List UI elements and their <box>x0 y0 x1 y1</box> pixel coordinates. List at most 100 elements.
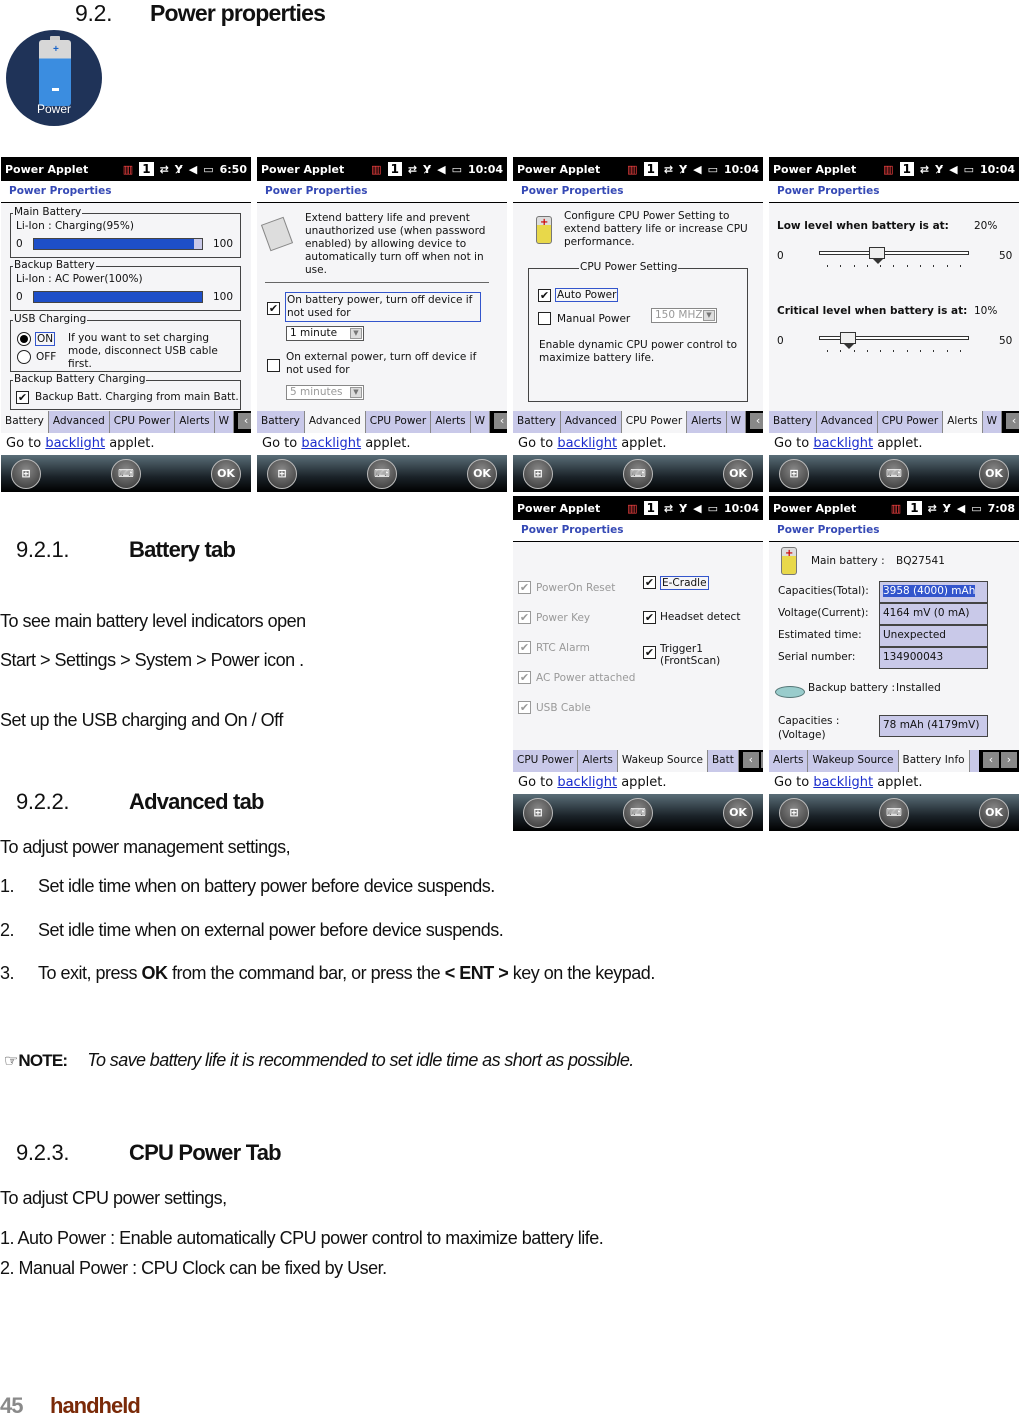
volume-icon: ◀ <box>949 162 958 176</box>
tab-battery[interactable]: Battery <box>1 411 49 433</box>
screen-battery-info-tab: Power Applet ▥ 1 ⇄ Y̷ ◀ ▭ 7:08 Power Pro… <box>769 496 1019 831</box>
battery-status-icon: ▭ <box>707 501 718 515</box>
tab-wakeup-source[interactable]: Wakeup Source <box>808 750 899 772</box>
tab-alerts[interactable]: Alerts <box>175 411 215 433</box>
tab-wakeup-source[interactable]: Wakeup Source <box>617 750 708 772</box>
wakeup-checkbox[interactable]: ✔ <box>643 646 656 659</box>
tab-cpu-power[interactable]: CPU Power <box>110 411 176 433</box>
tab-cpu-power[interactable]: CPU Power <box>513 750 579 772</box>
external-timeout-dropdown[interactable]: 5 minutes ▼ <box>286 385 364 400</box>
tab-scroll-left-button[interactable]: ‹ <box>1006 413 1019 429</box>
usb-on-radio[interactable] <box>17 332 31 346</box>
battery-timeout-checkbox[interactable]: ✔ <box>267 302 280 315</box>
no-signal-icon: Y̷ <box>679 501 688 515</box>
tab-advanced[interactable]: Advanced <box>304 411 366 433</box>
backlight-link[interactable]: backlight <box>813 775 873 790</box>
tab-batt[interactable]: Batt <box>708 750 739 772</box>
tab-scroll-left-button[interactable]: ‹ <box>750 413 763 429</box>
backlight-link[interactable]: backlight <box>45 436 105 451</box>
backlight-link[interactable]: backlight <box>557 775 617 790</box>
tab-scroll-left-button[interactable]: ‹ <box>983 752 999 768</box>
low-level-slider-track[interactable] <box>819 251 969 255</box>
tab-advanced[interactable]: Advanced <box>49 411 110 433</box>
ok-button[interactable]: OK <box>211 458 241 489</box>
tab-cpu-power[interactable]: CPU Power <box>366 411 432 433</box>
tab-alerts[interactable]: Alerts <box>769 750 809 772</box>
keyboard-button[interactable]: ⌨ <box>879 458 909 489</box>
keyboard-button[interactable]: ⌨ <box>367 458 397 489</box>
usb-off-radio[interactable] <box>17 350 31 364</box>
tab-scroll-left-button[interactable]: ‹ <box>742 752 759 768</box>
info-field: 4164 mV (0 mA) <box>879 603 988 625</box>
tab-battery-info[interactable]: Battery Info <box>898 750 970 772</box>
sync-icon: ⇄ <box>919 162 930 176</box>
tab-advanced[interactable]: Advanced <box>817 411 878 433</box>
battery-status-icon: ▭ <box>963 162 974 176</box>
auto-power-checkbox[interactable]: ✔ <box>538 289 551 302</box>
backup-charging-checkbox[interactable]: ✔ <box>16 391 29 404</box>
backup-battery-group: Backup Battery Li-Ion : AC Power(100%) 0… <box>10 259 241 311</box>
start-button[interactable]: ⊞ <box>523 458 553 489</box>
tab-content: Configure CPU Power Setting to extend ba… <box>513 204 763 411</box>
ok-button[interactable]: OK <box>467 458 497 489</box>
tab-w[interactable]: W <box>215 411 235 433</box>
tab-advanced[interactable]: Advanced <box>561 411 622 433</box>
tab-strip: BatteryAdvancedCPU PowerAlertsW ‹› <box>257 411 507 433</box>
tab-w[interactable]: W <box>471 411 491 433</box>
wakeup-checkbox[interactable]: ✔ <box>643 611 656 624</box>
ok-button[interactable]: OK <box>723 797 753 828</box>
ok-button[interactable]: OK <box>723 458 753 489</box>
advanced-item-3: 3. To exit, press OK from the command bar… <box>0 963 655 983</box>
start-button[interactable]: ⊞ <box>779 797 809 828</box>
clock: 10:04 <box>723 501 759 515</box>
ok-button[interactable]: OK <box>979 458 1009 489</box>
tab-scroll-right-button[interactable]: › <box>760 752 763 768</box>
tab-scroll-left-button[interactable]: ‹ <box>238 413 251 429</box>
backlight-link[interactable]: backlight <box>557 436 617 451</box>
tab-w[interactable]: W <box>727 411 747 433</box>
external-timeout-checkbox[interactable] <box>267 359 280 372</box>
keyboard-button[interactable]: ⌨ <box>623 797 653 828</box>
tab-scroll-left-button[interactable]: ‹ <box>494 413 507 429</box>
backlight-link[interactable]: backlight <box>301 436 361 451</box>
tab-cpu-power[interactable]: CPU Power <box>878 411 944 433</box>
keyboard-button[interactable]: ⌨ <box>623 458 653 489</box>
wakeup-checkbox: ✔ <box>518 611 531 624</box>
tab-battery[interactable]: Battery <box>513 411 561 433</box>
manual-power-checkbox[interactable] <box>538 312 551 325</box>
start-button[interactable]: ⊞ <box>523 797 553 828</box>
tab-alerts[interactable]: Alerts <box>431 411 471 433</box>
battery-tab-heading: 9.2.1. Battery tab <box>16 537 236 562</box>
battery-timeout-dropdown[interactable]: 1 minute ▼ <box>286 326 364 341</box>
volume-icon: ◀ <box>956 501 966 515</box>
clock: 10:04 <box>467 162 503 176</box>
backup-battery-icon <box>775 686 805 698</box>
sync-icon: ⇄ <box>663 501 674 515</box>
start-button[interactable]: ⊞ <box>11 458 41 489</box>
backlight-link[interactable]: backlight <box>813 436 873 451</box>
low-level-slider-thumb[interactable] <box>869 247 886 264</box>
start-button[interactable]: ⊞ <box>779 458 809 489</box>
tab-content: Low level when battery is at: 20% 0 50 C… <box>769 204 1019 411</box>
advanced-intro: To adjust power management settings, <box>0 837 291 857</box>
tab-w[interactable]: W <box>983 411 1003 433</box>
start-button[interactable]: ⊞ <box>267 458 297 489</box>
tab-alerts[interactable]: Alerts <box>578 750 618 772</box>
critical-level-slider-thumb[interactable] <box>839 332 856 349</box>
command-bar: ⊞ ⌨ OK <box>769 455 1019 492</box>
windows-icon: ⊞ <box>533 806 543 819</box>
tab-scroll-right-button[interactable]: › <box>1001 752 1017 768</box>
wakeup-checkbox[interactable]: ✔ <box>643 576 656 589</box>
keyboard-button[interactable]: ⌨ <box>111 458 141 489</box>
main-battery-level <box>33 238 203 250</box>
tab-cpu-power[interactable]: CPU Power <box>621 411 688 433</box>
tab-alerts[interactable]: Alerts <box>943 411 983 433</box>
ok-button[interactable]: OK <box>979 797 1009 828</box>
battery-tab-p1: To see main battery level indicators ope… <box>0 611 306 631</box>
tab-battery[interactable]: Battery <box>769 411 817 433</box>
cpu-clock-dropdown[interactable]: 150 MHZ ▼ <box>651 308 717 323</box>
keyboard-button[interactable]: ⌨ <box>879 797 909 828</box>
command-bar: ⊞ ⌨ OK <box>513 455 763 492</box>
tab-battery[interactable]: Battery <box>257 411 305 433</box>
tab-alerts[interactable]: Alerts <box>687 411 727 433</box>
